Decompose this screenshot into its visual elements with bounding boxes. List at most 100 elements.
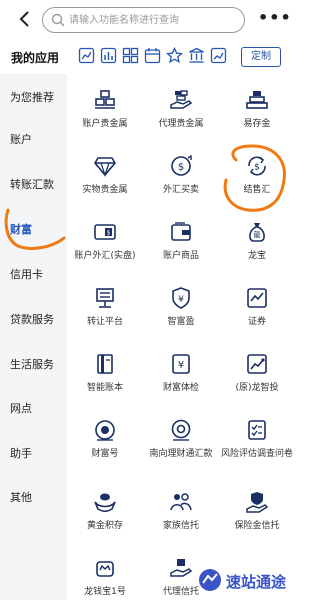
back-arrow-icon[interactable] — [16, 10, 34, 28]
svg-text:龍: 龍 — [254, 230, 261, 239]
grid-item-family-trust[interactable]: 家族信托 — [143, 490, 219, 532]
grid-item-smart-ledger[interactable]: 智能账本 — [67, 352, 143, 394]
search-input[interactable] — [69, 11, 239, 29]
sidebar-item-recommended[interactable]: 为您推荐 — [10, 89, 54, 105]
grid-item-label: 保险金信托 — [234, 521, 280, 531]
money-bag-icon: 龍 — [249, 223, 265, 242]
svg-text:¥: ¥ — [178, 295, 184, 305]
building-icon[interactable] — [188, 47, 205, 64]
growth-icon — [247, 354, 267, 374]
grid-item-physical-precious-metals[interactable]: 实物贵金属 — [67, 154, 143, 196]
coin-disc-icon — [171, 419, 191, 441]
ledger-icon — [97, 354, 113, 374]
grid-item-southbound-wmc-remittance[interactable]: 南向理财通汇款 — [143, 418, 219, 460]
sidebar-item-assistant[interactable]: 助手 — [10, 445, 32, 461]
grid-item-easy-gold[interactable]: 易存金 — [219, 88, 295, 130]
ingot-icon — [94, 493, 116, 513]
svg-text:$: $ — [178, 162, 184, 173]
grid-item-account-commodities[interactable]: 账户商品 — [143, 220, 219, 262]
svg-text:¥: ¥ — [178, 360, 184, 371]
grid-item-insurance-trust[interactable]: 保险金信托 — [219, 490, 295, 532]
grid-item-agency-precious-metals[interactable]: 代理贵金属 — [143, 88, 219, 130]
grid-item-transfer-platform[interactable]: 转让平台 — [67, 286, 143, 328]
sidebar-item-transfer[interactable]: 转账汇款 — [10, 176, 54, 192]
grid-item-label: 账户贵金属 — [82, 119, 128, 129]
sidebar-item-credit-card[interactable]: 信用卡 — [10, 266, 43, 282]
grid-item-label: 实物贵金属 — [82, 185, 128, 195]
my-apps-icons — [78, 47, 227, 65]
grid-item-securities[interactable]: 证券 — [219, 286, 295, 328]
checklist-icon — [248, 420, 266, 440]
grid-item-label: 证券 — [247, 317, 266, 327]
stock-chart-icon — [247, 288, 267, 308]
bars-icon[interactable] — [100, 47, 117, 64]
sidebar-item-wealth[interactable]: 财富 — [10, 221, 32, 237]
crown-badge-icon — [96, 561, 114, 577]
wallet-icon — [171, 222, 191, 241]
sidebar-item-branches[interactable]: 网点 — [10, 400, 32, 416]
more-options-icon[interactable]: ••• — [258, 10, 292, 26]
grid-item-label: 龙钱宝1号 — [84, 587, 126, 597]
calendar-icon[interactable] — [144, 47, 161, 64]
grid-item-zhifuying[interactable]: ¥ 智富盈 — [143, 286, 219, 328]
grid-item-label: 财富体检 — [162, 383, 199, 393]
gold-stack-icon — [246, 91, 268, 109]
family-icon — [170, 493, 192, 511]
grid-item-wealth-checkup[interactable]: ¥ 财富体检 — [143, 352, 219, 394]
currency-cycle-icon: $ — [248, 156, 266, 176]
grid-item-longqianbao-1[interactable]: 龙钱宝1号 — [67, 556, 143, 598]
watermark-text: 速站通途 — [226, 573, 287, 591]
watermark-logo-icon — [199, 569, 221, 591]
grid-item-label: 外汇买卖 — [162, 185, 199, 195]
function-grid: 账户贵金属 代理贵金属 易存金 实物贵金属 $ 外汇买卖 $ 结售汇 $ 账户外… — [67, 74, 294, 600]
grid-item-label: 龙宝 — [247, 251, 266, 261]
grid-item-fx-settlement[interactable]: $ 结售汇 — [219, 154, 295, 196]
gold-bars-icon — [95, 90, 115, 109]
grid-item-label: 智富盈 — [167, 317, 195, 327]
svg-text:$: $ — [107, 230, 111, 237]
grid-item-account-precious-metals[interactable]: 账户贵金属 — [67, 88, 143, 130]
search-bar[interactable] — [42, 7, 245, 33]
shield-yen-icon: ¥ — [172, 287, 190, 309]
target-icon — [95, 420, 115, 441]
hand-shield-icon — [246, 492, 269, 513]
grid-item-wealth-account[interactable]: 财富号 — [67, 418, 143, 460]
hand-box-icon — [170, 559, 193, 577]
transfer-icon — [96, 288, 114, 308]
sidebar-item-life-services[interactable]: 生活服务 — [10, 356, 54, 372]
grid-item-risk-questionnaire[interactable]: 风险评估调查问卷 — [219, 418, 295, 460]
grid-item-label: 代理贵金属 — [158, 119, 204, 129]
chart-icon[interactable] — [210, 47, 227, 64]
grid-item-longzhitou[interactable]: (原)龙智投 — [219, 352, 295, 394]
watermark: 速站通途 — [196, 566, 294, 596]
diamond-icon — [94, 157, 116, 177]
grid-item-label: 易存金 — [243, 119, 271, 129]
grid-item-label: 结售汇 — [243, 185, 271, 195]
my-apps-bar: 我的应用 定制 — [0, 38, 294, 74]
grid-icon[interactable] — [122, 47, 139, 64]
customize-button[interactable]: 定制 — [241, 47, 281, 67]
grid-item-account-forex-real[interactable]: $ 账户外汇(实盘) — [67, 220, 143, 262]
grid-item-label: 风险评估调查问卷 — [220, 449, 293, 459]
grid-item-label: (原)龙智投 — [235, 383, 279, 393]
grid-item-label: 南向理财通汇款 — [149, 449, 213, 459]
exchange-coin-icon: $ — [171, 154, 192, 176]
grid-item-label: 黄金积存 — [86, 521, 123, 531]
card-fx-icon: $ — [94, 224, 116, 240]
chart-icon[interactable] — [78, 47, 95, 64]
star-icon[interactable] — [166, 47, 183, 64]
sidebar-item-loans[interactable]: 贷款服务 — [10, 311, 54, 327]
yen-doc-icon: ¥ — [172, 354, 190, 374]
grid-item-gold-accumulation[interactable]: 黄金积存 — [67, 490, 143, 532]
my-apps-title: 我的应用 — [11, 51, 60, 65]
grid-item-forex-trading[interactable]: $ 外汇买卖 — [143, 154, 219, 196]
grid-item-label: 账户外汇(实盘) — [74, 251, 136, 261]
sidebar-item-account[interactable]: 账户 — [10, 131, 32, 147]
grid-item-longbao[interactable]: 龍 龙宝 — [219, 220, 295, 262]
grid-item-label: 财富号 — [91, 449, 119, 459]
grid-item-label: 家族信托 — [162, 521, 199, 531]
sidebar-item-other[interactable]: 其他 — [10, 489, 32, 505]
grid-item-label: 转让平台 — [86, 317, 123, 327]
hand-gold-icon — [170, 90, 193, 109]
category-sidebar: 为您推荐 账户 转账汇款 财富 信用卡 贷款服务 生活服务 网点 助手 其他 — [0, 74, 67, 600]
